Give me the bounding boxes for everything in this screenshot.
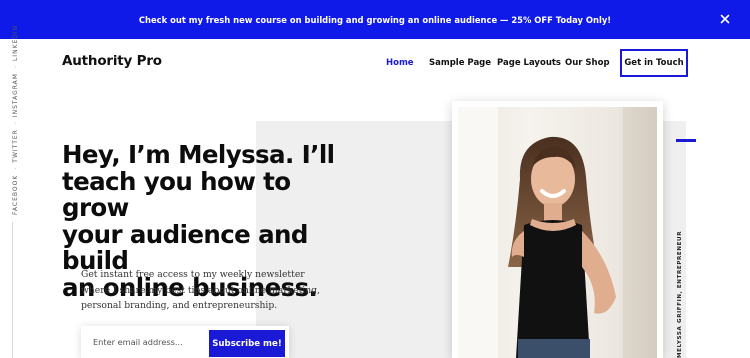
nav-page-layouts[interactable]: Page Layouts bbox=[497, 58, 561, 68]
headline-line: teach you how to grow bbox=[62, 166, 291, 222]
announcement-bar: Check out my fresh new course on buildin… bbox=[0, 0, 750, 39]
social-links: FACEBOOK · TWITTER · INSTAGRAM · LINKEDI… bbox=[12, 25, 19, 215]
hero-photo-frame bbox=[452, 101, 663, 358]
social-link-instagram[interactable]: INSTAGRAM bbox=[12, 73, 19, 117]
announcement-text[interactable]: Check out my fresh new course on buildin… bbox=[139, 15, 611, 25]
social-link-twitter[interactable]: TWITTER bbox=[12, 129, 19, 163]
hero-photo bbox=[458, 107, 657, 358]
nav-our-shop[interactable]: Our Shop bbox=[565, 58, 610, 68]
close-icon[interactable] bbox=[718, 12, 732, 26]
social-divider-line bbox=[12, 222, 13, 358]
headline-line: Hey, I’m Melyssa. I’ll bbox=[62, 140, 335, 169]
social-link-facebook[interactable]: FACEBOOK bbox=[12, 175, 19, 215]
site-logo[interactable]: Authority Pro bbox=[62, 53, 162, 69]
email-input[interactable] bbox=[81, 326, 209, 358]
newsletter-signup-form: Subscribe me! bbox=[81, 326, 289, 358]
social-sidebar: FACEBOOK · TWITTER · INSTAGRAM · LINKEDI… bbox=[0, 25, 24, 358]
get-in-touch-button[interactable]: Get in Touch bbox=[620, 49, 688, 77]
subscribe-button[interactable]: Subscribe me! bbox=[209, 330, 285, 357]
nav-home[interactable]: Home bbox=[386, 58, 414, 68]
nav-sample-page[interactable]: Sample Page bbox=[429, 58, 491, 68]
social-link-linkedin[interactable]: LINKEDIN bbox=[12, 25, 19, 61]
social-separator: · bbox=[12, 122, 19, 125]
photo-caption: MELYSSA GRIFFIN, ENTREPRENEUR bbox=[677, 230, 683, 358]
hero-intro-text: Get instant free access to my weekly new… bbox=[81, 269, 320, 311]
accent-bar bbox=[676, 139, 696, 142]
social-separator: · bbox=[12, 167, 19, 170]
social-separator: · bbox=[12, 66, 19, 69]
